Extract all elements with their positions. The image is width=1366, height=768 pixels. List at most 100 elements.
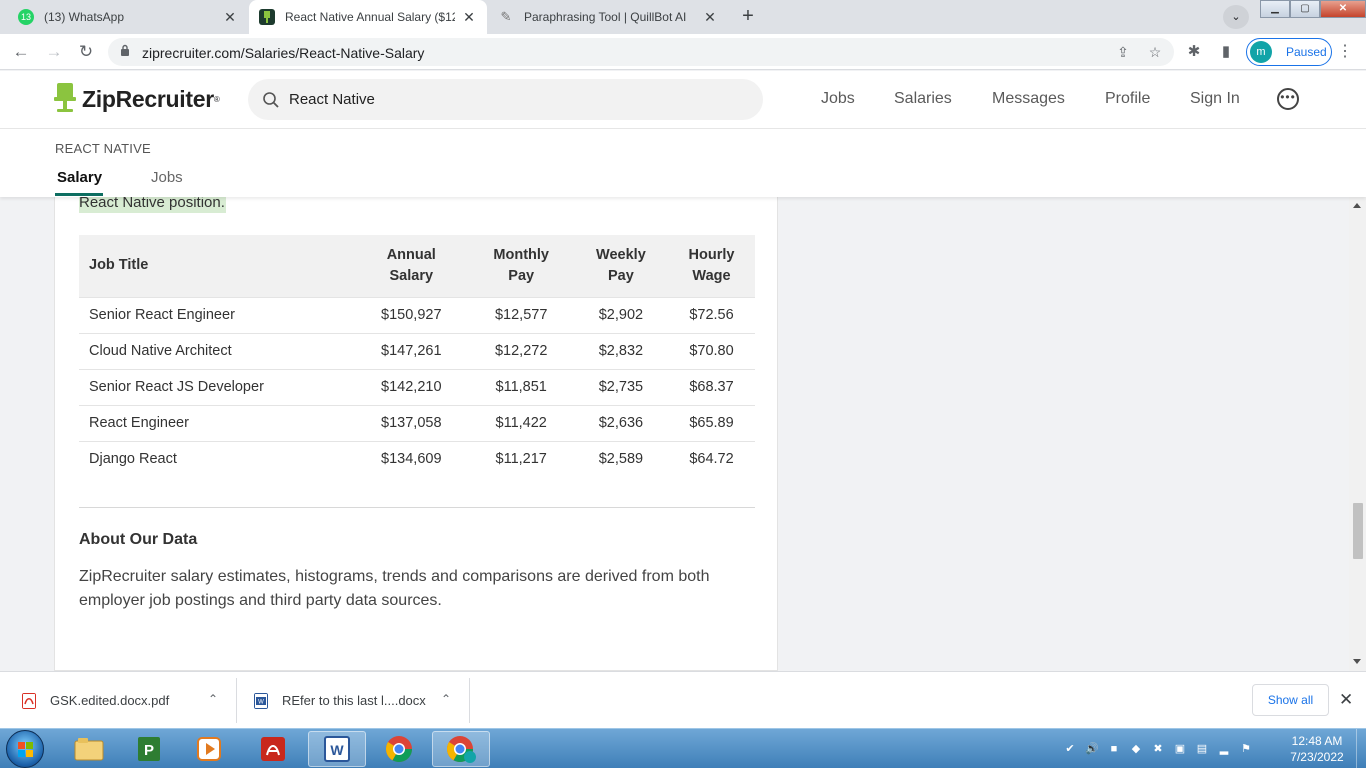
new-tab-button[interactable]: + — [735, 5, 761, 29]
profile-button[interactable]: m Paused — [1246, 38, 1332, 66]
reload-button[interactable]: ↻ — [74, 40, 98, 64]
tab-salary[interactable]: Salary — [57, 169, 102, 186]
start-button[interactable] — [6, 730, 44, 768]
project-app-icon[interactable]: P — [120, 731, 178, 767]
clock-date: 7/23/2022 — [1290, 750, 1344, 764]
ziprecruiter-chair-icon — [54, 83, 76, 112]
tray-app-icon[interactable]: ✖ — [1150, 741, 1166, 757]
hourly-wage: $65.89 — [668, 404, 755, 441]
page-scrollbar[interactable] — [1349, 197, 1366, 671]
nav-messages[interactable]: Messages — [992, 90, 1065, 108]
download-bar: GSK.edited.docx.pdf ⌃ W REfer to this la… — [0, 671, 1366, 728]
nav-salaries[interactable]: Salaries — [894, 90, 952, 108]
tab-whatsapp[interactable]: 13 (13) WhatsApp ✕ — [8, 0, 248, 34]
monthly-pay: $11,422 — [468, 404, 574, 441]
job-title[interactable]: React Engineer — [79, 404, 354, 441]
tab-search-button[interactable]: ⌄ — [1223, 5, 1249, 29]
tab-react-native-salary[interactable]: React Native Annual Salary ($129 ✕ — [249, 0, 487, 34]
windows-taskbar: P W ✔ 🔊 ■ ◆ ✖ ▣ ▤ ▂ ⚑ 12:48 AM 7/23/2022 — [0, 728, 1366, 768]
download-item-pdf[interactable]: GSK.edited.docx.pdf — [22, 672, 169, 729]
hourly-wage: $72.56 — [668, 296, 755, 333]
security-shield-icon[interactable]: ✔ — [1062, 741, 1078, 757]
svg-text:W: W — [258, 699, 264, 705]
show-desktop-button[interactable] — [1356, 729, 1366, 768]
browser-tab-strip: 13 (13) WhatsApp ✕ React Native Annual S… — [0, 0, 1366, 34]
ziprecruiter-logo[interactable]: ZipRecruiter ® — [54, 83, 220, 115]
job-title[interactable]: Django React — [79, 440, 354, 477]
side-panel-icon[interactable]: ▮ — [1215, 41, 1237, 63]
about-heading: About Our Data — [79, 531, 198, 548]
job-title[interactable]: Senior React JS Developer — [79, 368, 354, 405]
chevron-up-icon[interactable]: ⌃ — [206, 692, 220, 706]
profile-status: Paused — [1286, 45, 1327, 59]
close-tab-icon[interactable]: ✕ — [222, 9, 238, 26]
chrome-icon[interactable] — [370, 731, 428, 767]
header-job-title: Job Title — [89, 257, 149, 274]
download-filename: REfer to this last l....docx — [282, 693, 426, 708]
monthly-pay: $12,577 — [468, 296, 574, 333]
minimize-button[interactable]: ▁ — [1260, 0, 1290, 18]
forward-button[interactable]: → — [42, 40, 66, 64]
quill-icon: ✎ — [500, 9, 512, 24]
acrobat-reader-icon[interactable] — [244, 731, 302, 767]
nav-jobs[interactable]: Jobs — [821, 90, 855, 108]
file-explorer-icon[interactable] — [60, 731, 118, 767]
chevron-up-icon[interactable]: ⌃ — [439, 692, 453, 706]
nav-sign-in[interactable]: Sign In — [1190, 90, 1240, 108]
salary-table: Job Title Annual Salary Monthly Pay Weekly… — [79, 235, 755, 477]
table-row: Senior React JS Developer $142,210 $11,8… — [79, 368, 755, 405]
scroll-down-arrow-icon[interactable] — [1353, 659, 1361, 664]
back-button[interactable]: ← — [9, 40, 33, 64]
extensions-puzzle-icon[interactable]: ✱ — [1183, 41, 1205, 63]
nav-profile[interactable]: Profile — [1105, 90, 1150, 108]
ziprecruiter-favicon-icon — [259, 9, 275, 25]
section-divider — [79, 507, 755, 508]
weekly-pay: $2,589 — [573, 440, 668, 477]
bookmark-star-icon[interactable]: ☆ — [1146, 43, 1164, 61]
close-tab-icon[interactable]: ✕ — [461, 9, 477, 26]
tab-jobs[interactable]: Jobs — [151, 169, 183, 186]
download-filename: GSK.edited.docx.pdf — [50, 693, 170, 708]
chrome-menu-icon[interactable]: ⋮ — [1336, 41, 1354, 63]
close-window-button[interactable]: ✕ — [1320, 0, 1366, 18]
share-icon[interactable]: ⇪ — [1114, 43, 1132, 61]
scroll-up-arrow-icon[interactable] — [1353, 203, 1361, 208]
job-title[interactable]: Cloud Native Architect — [79, 332, 354, 369]
media-player-icon[interactable] — [180, 731, 238, 767]
show-all-button[interactable]: Show all — [1252, 684, 1329, 716]
maximize-button[interactable]: ▢ — [1290, 0, 1320, 18]
salary-card: React Native position. Job Title Annual S… — [54, 197, 778, 671]
table-row: Django React $134,609 $11,217 $2,589 $64… — [79, 440, 755, 477]
annual-salary: $147,261 — [354, 332, 469, 369]
system-clock[interactable]: 12:48 AM 7/23/2022 — [1285, 733, 1349, 765]
address-bar[interactable]: ziprecruiter.com/Salaries/React-Native-S… — [108, 38, 1174, 66]
site-search-input[interactable]: React Native — [248, 79, 763, 120]
windows-logo-icon — [18, 742, 33, 757]
tray-app-icon[interactable]: ◆ — [1128, 741, 1144, 757]
tab-quillbot[interactable]: ✎ Paraphrasing Tool | QuillBot AI ✕ — [488, 0, 728, 34]
network-signal-icon[interactable]: ▂ — [1216, 741, 1232, 757]
highlighted-text: React Native position. — [79, 197, 226, 213]
svg-text:P: P — [144, 742, 154, 759]
close-tab-icon[interactable]: ✕ — [702, 9, 718, 26]
tray-app-icon[interactable]: ■ — [1106, 741, 1122, 757]
chrome-profile-icon[interactable] — [432, 731, 490, 767]
breadcrumb: REACT NATIVE — [55, 141, 151, 156]
word-app-icon[interactable]: W — [308, 731, 366, 767]
about-text: ZipRecruiter salary estimates, histogram… — [79, 568, 710, 609]
annual-salary: $150,927 — [354, 296, 469, 333]
hourly-wage: $68.37 — [668, 368, 755, 405]
tray-app-icon[interactable]: ▤ — [1194, 741, 1210, 757]
lock-icon — [121, 44, 129, 56]
clock-time: 12:48 AM — [1291, 734, 1343, 748]
job-title[interactable]: Senior React Engineer — [79, 296, 354, 333]
scroll-thumb[interactable] — [1353, 503, 1363, 559]
url-text: ziprecruiter.com/Salaries/React-Native-S… — [142, 45, 425, 61]
more-menu-icon[interactable]: ••• — [1277, 88, 1299, 110]
active-tab-indicator — [55, 193, 103, 196]
close-download-bar-icon[interactable]: ✕ — [1339, 690, 1353, 710]
tray-app-icon[interactable]: ▣ — [1172, 741, 1188, 757]
download-item-docx[interactable]: W REfer to this last l....docx — [254, 672, 426, 729]
action-center-flag-icon[interactable]: ⚑ — [1238, 741, 1254, 757]
volume-icon[interactable]: 🔊 — [1084, 741, 1100, 757]
